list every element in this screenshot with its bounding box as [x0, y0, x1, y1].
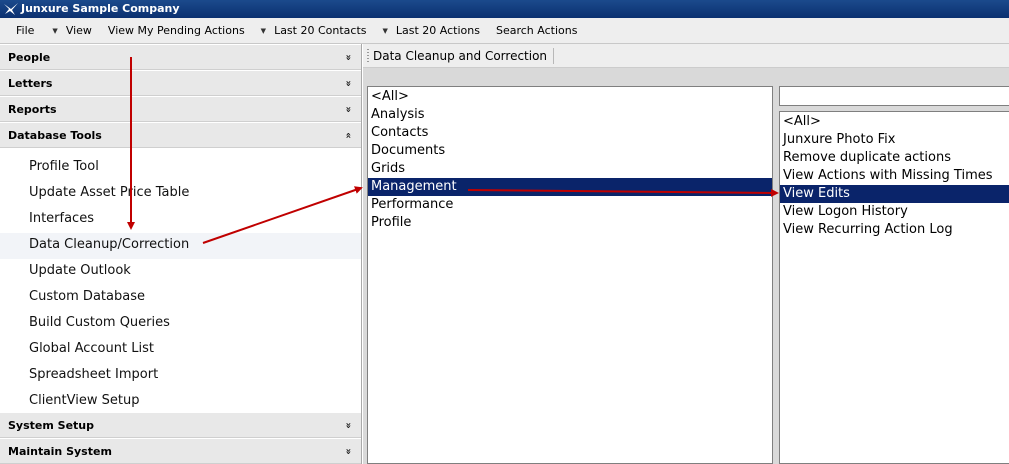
category-item-analysis[interactable]: Analysis: [368, 106, 772, 124]
title-bar: Junxure Sample Company: [0, 0, 1009, 18]
report-item-junxure-photo-fix[interactable]: Junxure Photo Fix: [780, 131, 1009, 149]
dropdown-arrow-icon: ▼: [52, 26, 58, 35]
category-item-contacts[interactable]: Contacts: [368, 124, 772, 142]
report-listbox[interactable]: <All> Junxure Photo Fix Remove duplicate a…: [779, 111, 1009, 464]
section-letters[interactable]: Letters »: [0, 70, 361, 96]
menu-label: View My Pending Actions: [107, 24, 245, 37]
toolbar-grip-icon: [367, 48, 369, 63]
tool-update-asset-price-table[interactable]: Update Asset Price Table: [0, 181, 361, 207]
section-database-tools[interactable]: Database Tools «: [0, 122, 361, 148]
category-listbox[interactable]: <All> Analysis Contacts Documents Grids Manag…: [367, 86, 773, 464]
database-tools-list: Profile Tool Update Asset Price Table Inte…: [0, 148, 361, 412]
menu-file[interactable]: File: [0, 18, 44, 44]
section-label: Reports: [8, 102, 57, 116]
tool-update-outlook[interactable]: Update Outlook: [0, 259, 361, 285]
menu-view-my-pending-actions[interactable]: View My Pending Actions: [100, 18, 253, 44]
menu-label: Last 20 Contacts: [274, 24, 367, 37]
menu-label: File: [16, 24, 35, 37]
menu-search-actions[interactable]: Search Actions: [488, 18, 585, 44]
section-maintain-system[interactable]: Maintain System »: [0, 438, 361, 464]
section-reports[interactable]: Reports »: [0, 96, 361, 122]
section-label: People: [8, 50, 51, 64]
section-label: System Setup: [8, 418, 94, 432]
chevron-up-icon[interactable]: «: [343, 130, 354, 140]
content-pane: Data Cleanup and Correction <All> Analysi…: [363, 44, 1009, 464]
chevron-down-icon[interactable]: »: [343, 420, 354, 430]
chevron-down-icon[interactable]: »: [343, 104, 354, 114]
category-item-management[interactable]: Management: [368, 178, 772, 196]
tab-strip: Data Cleanup and Correction: [363, 44, 1009, 68]
dropdown-arrow-icon: ▼: [260, 26, 267, 35]
category-item-documents[interactable]: Documents: [368, 142, 772, 160]
tool-data-cleanup-correction[interactable]: Data Cleanup/Correction: [0, 233, 361, 259]
menu-label: Search Actions: [495, 24, 578, 37]
section-system-setup[interactable]: System Setup »: [0, 412, 361, 438]
menu-label: View: [65, 24, 92, 37]
menu-view[interactable]: ▼ View: [44, 18, 100, 44]
report-item-remove-duplicate-actions[interactable]: Remove duplicate actions: [780, 149, 1009, 167]
chevron-down-icon[interactable]: »: [343, 78, 354, 88]
category-item-grids[interactable]: Grids: [368, 160, 772, 178]
category-item-performance[interactable]: Performance: [368, 196, 772, 214]
report-item-view-edits[interactable]: View Edits: [780, 185, 1009, 203]
window-title: Junxure Sample Company: [21, 2, 180, 15]
menu-bar: File ▼ View View My Pending Actions ▼ Last 20…: [0, 18, 1009, 44]
filter-input[interactable]: [779, 86, 1009, 106]
menu-last-20-contacts[interactable]: ▼ Last 20 Contacts: [253, 18, 375, 44]
category-item-all[interactable]: <All>: [368, 88, 772, 106]
tool-global-account-list[interactable]: Global Account List: [0, 337, 361, 363]
dropdown-arrow-icon: ▼: [382, 26, 388, 35]
section-label: Database Tools: [8, 128, 102, 142]
section-people[interactable]: People »: [0, 44, 361, 70]
chevron-down-icon[interactable]: »: [343, 52, 354, 62]
app-logo-icon: [4, 3, 18, 15]
report-item-view-recurring-action-log[interactable]: View Recurring Action Log: [780, 221, 1009, 239]
menu-last-20-actions[interactable]: ▼ Last 20 Actions: [375, 18, 488, 44]
menu-label: Last 20 Actions: [395, 24, 480, 37]
navigation-pane: People » Letters » Reports » Database Tools « P…: [0, 44, 362, 464]
tool-custom-database[interactable]: Custom Database: [0, 285, 361, 311]
report-item-all[interactable]: <All>: [780, 113, 1009, 131]
tool-spreadsheet-import[interactable]: Spreadsheet Import: [0, 363, 361, 389]
tab-data-cleanup[interactable]: Data Cleanup and Correction: [373, 47, 555, 64]
category-item-profile[interactable]: Profile: [368, 214, 772, 232]
section-label: Letters: [8, 76, 53, 90]
tool-interfaces[interactable]: Interfaces: [0, 207, 361, 233]
report-item-view-actions-with-missing-times[interactable]: View Actions with Missing Times: [780, 167, 1009, 185]
report-item-view-logon-history[interactable]: View Logon History: [780, 203, 1009, 221]
chevron-down-icon[interactable]: »: [343, 446, 354, 456]
section-label: Maintain System: [8, 444, 112, 458]
tool-build-custom-queries[interactable]: Build Custom Queries: [0, 311, 361, 337]
tool-profile-tool[interactable]: Profile Tool: [0, 155, 361, 181]
